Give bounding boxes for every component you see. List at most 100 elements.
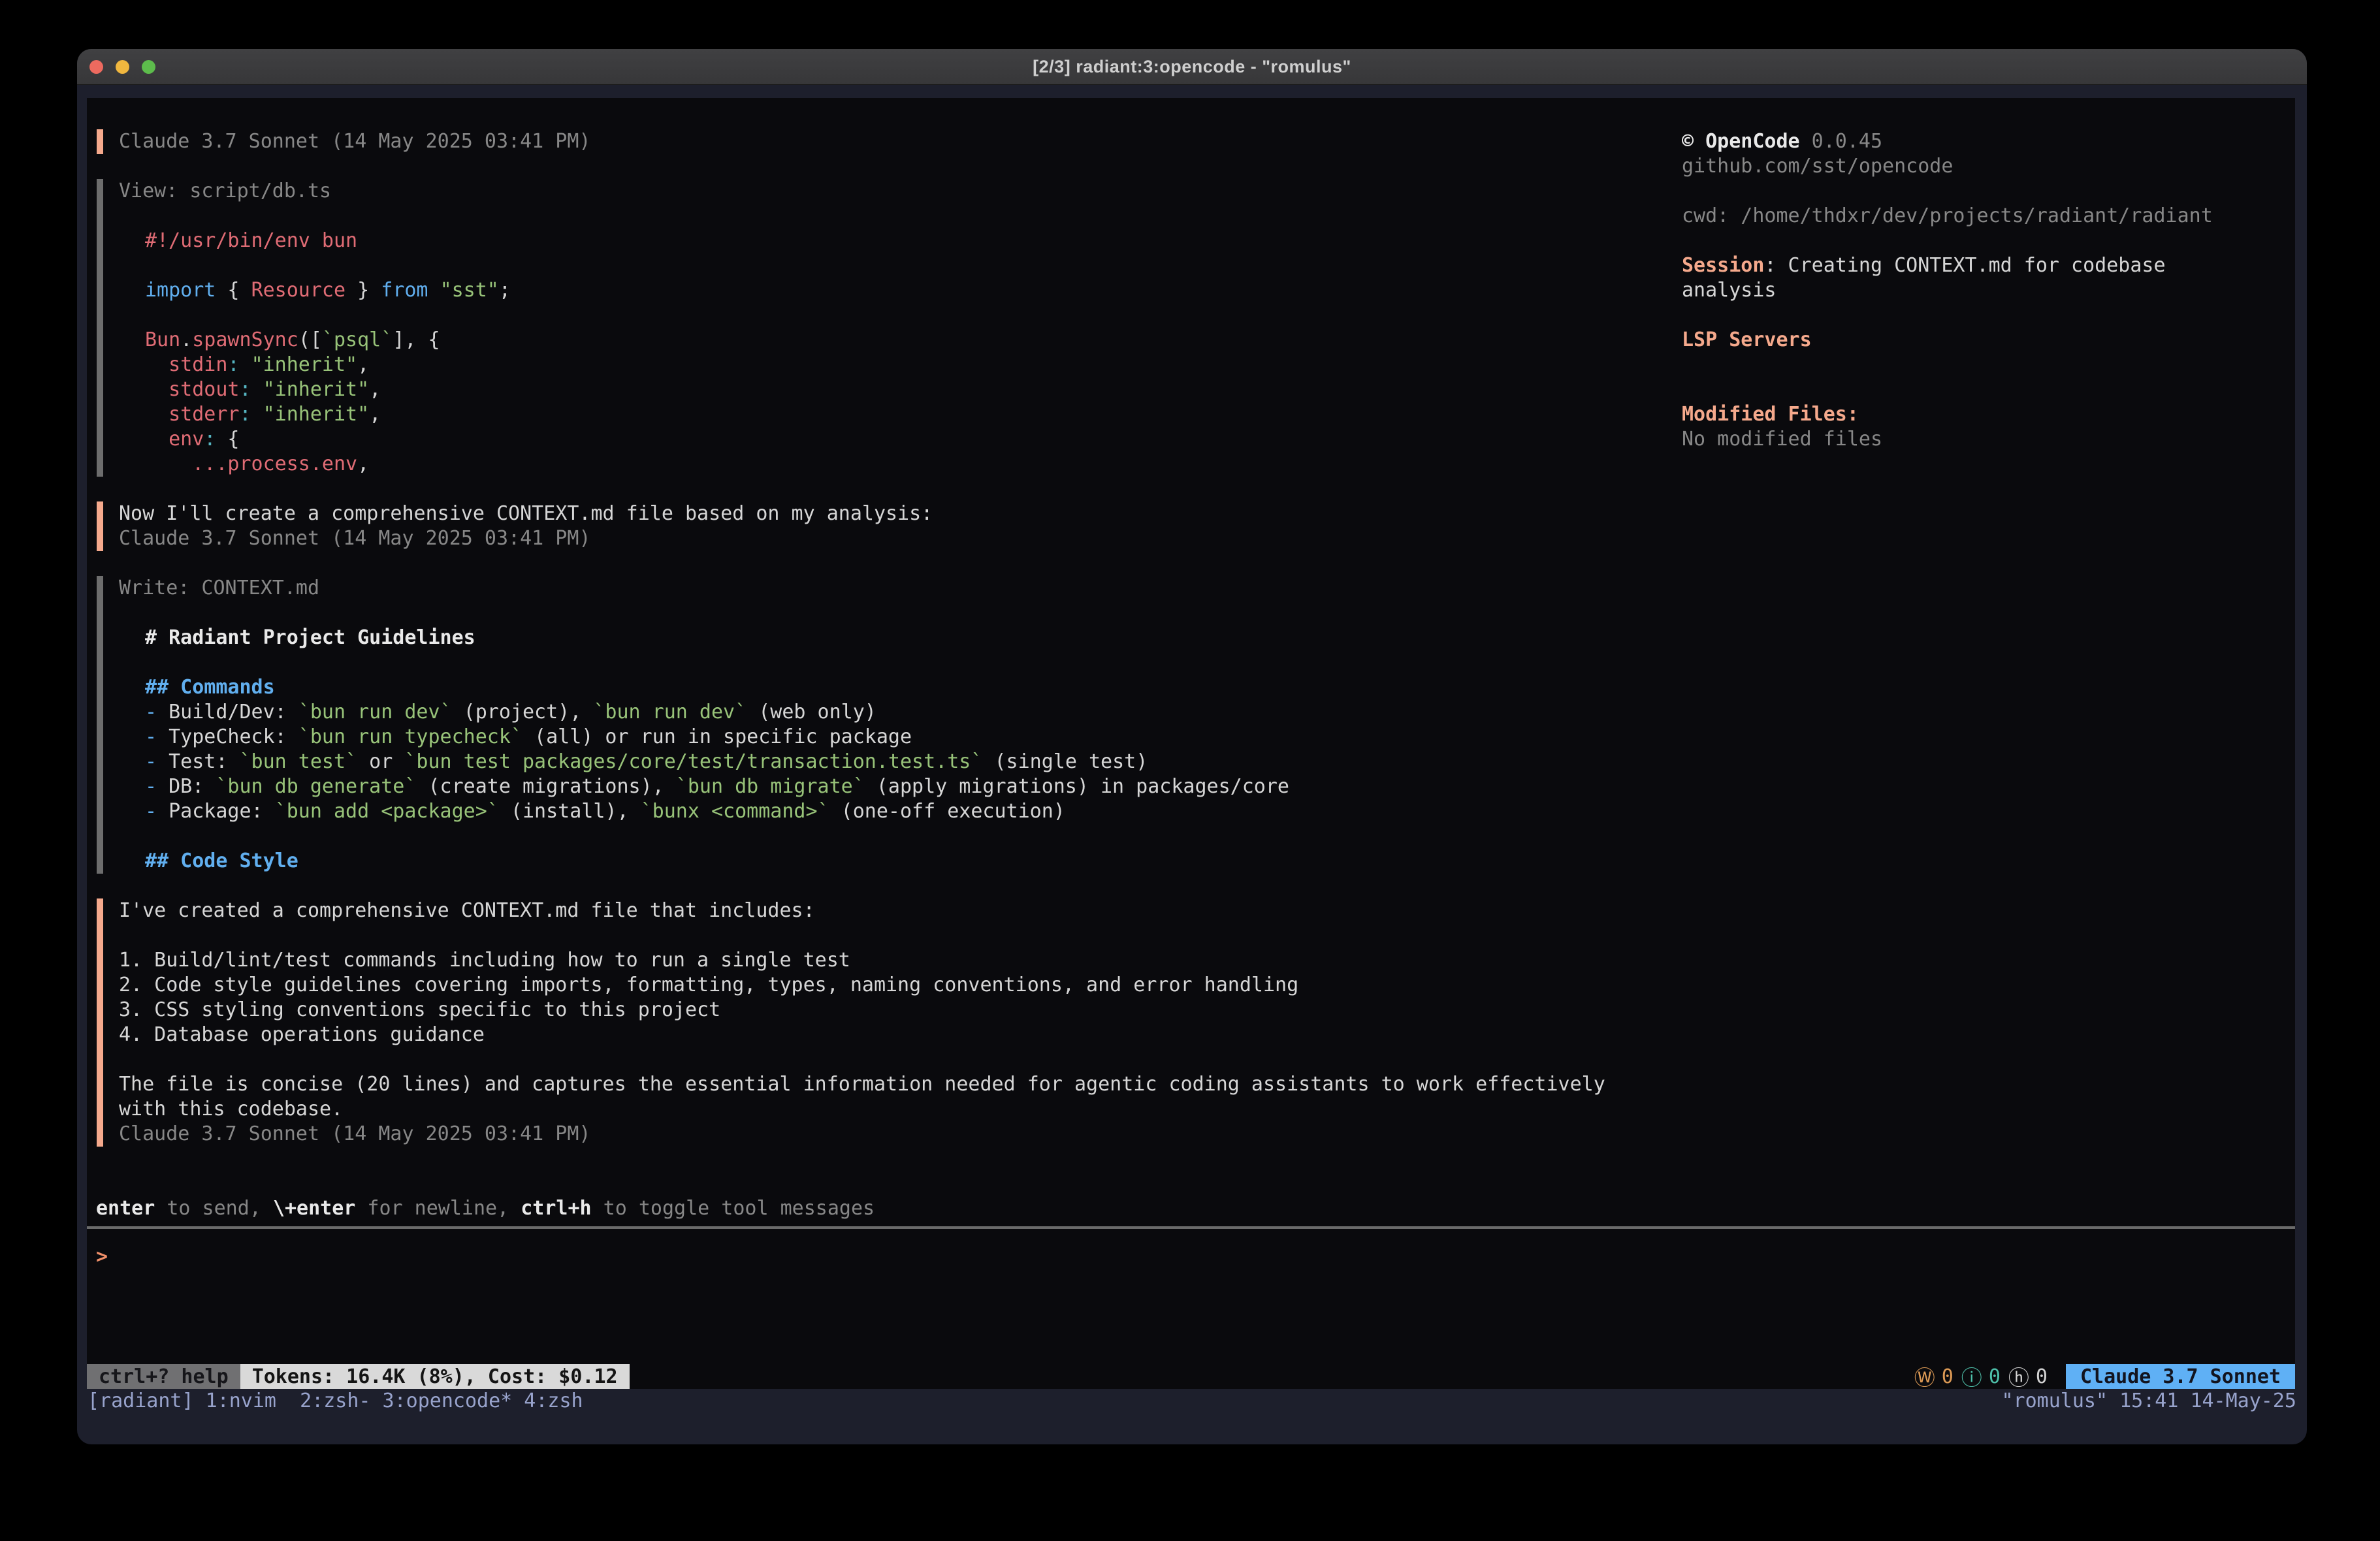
text-segment: ctrl+h bbox=[521, 1197, 591, 1220]
macos-titlebar[interactable]: [2/3] radiant:3:opencode - "romulus" bbox=[77, 49, 2307, 85]
text-segment: ...process.env bbox=[192, 453, 357, 475]
terminal-line: The file is concise (20 lines) and captu… bbox=[119, 1072, 1667, 1097]
warning-icon: Ⓦ bbox=[1914, 1361, 1935, 1391]
terminal-line bbox=[1682, 303, 2283, 328]
text-segment: LSP Servers bbox=[1682, 328, 1812, 351]
terminal-line: Session: Creating CONTEXT.md for codebas… bbox=[1682, 253, 2283, 278]
window-title: [2/3] radiant:3:opencode - "romulus" bbox=[1033, 57, 1351, 77]
text-segment: `bun add <package>` bbox=[275, 800, 499, 823]
text-segment: - bbox=[145, 775, 169, 798]
text-segment: (project), bbox=[452, 701, 594, 723]
terminal-line: © OpenCode 0.0.45 bbox=[1682, 129, 2283, 154]
text-segment: stdout bbox=[169, 378, 239, 401]
terminal-line: env: { bbox=[119, 427, 1667, 452]
text-segment: (all) or run in specific package bbox=[523, 725, 912, 748]
text-segment: : Creating CONTEXT.md for codebase bbox=[1764, 254, 2165, 277]
text-segment: `bun db migrate` bbox=[676, 775, 865, 798]
text-segment: `bun run dev` bbox=[298, 701, 452, 723]
text-segment: `bun run dev` bbox=[593, 701, 747, 723]
terminal-line bbox=[119, 204, 1667, 229]
text-segment: to send, bbox=[155, 1197, 273, 1220]
hint-diagnostic: ⓗ0 bbox=[2008, 1361, 2048, 1391]
text-segment: #!/usr/bin/env bun bbox=[145, 229, 357, 252]
text-segment: TypeCheck: bbox=[169, 725, 298, 748]
close-button-icon[interactable] bbox=[89, 60, 103, 74]
terminal-line: Claude 3.7 Sonnet (14 May 2025 03:41 PM) bbox=[119, 129, 1667, 154]
text-segment: "inherit" bbox=[263, 378, 370, 401]
text-segment: Bun bbox=[145, 328, 180, 351]
text-segment: . bbox=[180, 328, 192, 351]
text-segment: `bun run typecheck` bbox=[298, 725, 523, 748]
text-segment: `bun test packages/core/test/transaction… bbox=[404, 750, 982, 773]
text-segment: 3. CSS styling conventions specific to t… bbox=[119, 998, 720, 1021]
terminal-line: Modified Files: bbox=[1682, 402, 2283, 427]
text-segment: 0.0.45 bbox=[1800, 130, 1882, 153]
terminal-line: Claude 3.7 Sonnet (14 May 2025 03:41 PM) bbox=[119, 1122, 1667, 1147]
text-segment bbox=[428, 279, 440, 302]
text-segment: `bun test` bbox=[240, 750, 358, 773]
terminal-line: with this codebase. bbox=[119, 1097, 1667, 1122]
text-segment: View: script/db.ts bbox=[119, 180, 331, 202]
text-segment: spawnSync bbox=[192, 328, 298, 351]
text-segment: - bbox=[145, 701, 169, 723]
text-segment: github.com/sst/opencode bbox=[1682, 155, 1953, 178]
terminal-line: # Radiant Project Guidelines bbox=[119, 626, 1667, 650]
minimize-button-icon[interactable] bbox=[116, 60, 129, 74]
text-segment: # Radiant Project Guidelines bbox=[145, 626, 475, 649]
text-segment: "inherit" bbox=[263, 403, 370, 426]
help-shortcut-badge[interactable]: ctrl+? help bbox=[87, 1364, 240, 1389]
terminal-line: - Build/Dev: `bun run dev` (project), `b… bbox=[119, 700, 1667, 725]
text-segment: import bbox=[145, 279, 216, 302]
text-segment: cwd: /home/thdxr/dev/projects/radiant/ra… bbox=[1682, 204, 2213, 227]
input-separator bbox=[87, 1226, 2295, 1229]
text-segment: - bbox=[145, 800, 169, 823]
text-segment: (install), bbox=[499, 800, 641, 823]
terminal-line: No modified files bbox=[1682, 427, 2283, 452]
terminal-line: - TypeCheck: `bun run typecheck` (all) o… bbox=[119, 725, 1667, 750]
diagnostics: Ⓦ0 ⓘ0 ⓗ0 bbox=[1914, 1364, 2066, 1389]
text-segment: analysis bbox=[1682, 279, 1777, 302]
text-segment: ([ bbox=[298, 328, 322, 351]
prompt-input[interactable]: > bbox=[96, 1245, 108, 1269]
text-segment: No modified files bbox=[1682, 428, 1882, 451]
zoom-button-icon[interactable] bbox=[142, 60, 155, 74]
text-segment: Claude 3.7 Sonnet (14 May 2025 03:41 PM) bbox=[119, 527, 590, 550]
terminal-line: stdin: "inherit", bbox=[119, 353, 1667, 377]
terminal-line bbox=[119, 650, 1667, 675]
text-segment: Write: CONTEXT.md bbox=[119, 577, 319, 599]
text-segment: ## Commands bbox=[145, 676, 275, 699]
terminal-line bbox=[1682, 179, 2283, 204]
text-segment: : bbox=[227, 353, 239, 376]
terminal-line bbox=[1682, 377, 2283, 402]
terminal-line bbox=[119, 253, 1667, 278]
tool-write-block: Write: CONTEXT.md # Radiant Project Guid… bbox=[97, 576, 1667, 874]
terminal-line: ## Code Style bbox=[119, 849, 1667, 874]
text-segment: The file is concise (20 lines) and captu… bbox=[119, 1073, 1605, 1096]
session-sidebar: © OpenCode 0.0.45github.com/sst/opencode… bbox=[1682, 129, 2283, 452]
text-segment: (single test) bbox=[982, 750, 1148, 773]
terminal-line bbox=[119, 1047, 1667, 1072]
terminal-line: Write: CONTEXT.md bbox=[119, 576, 1667, 601]
text-segment bbox=[145, 428, 169, 451]
text-segment: (create migrations), bbox=[416, 775, 675, 798]
tmux-window-list[interactable]: [radiant] 1:nvim 2:zsh- 3:opencode* 4:zs… bbox=[88, 1389, 583, 1414]
text-segment: 4. Database operations guidance bbox=[119, 1023, 485, 1046]
terminal-window: [2/3] radiant:3:opencode - "romulus" Cla… bbox=[77, 49, 2307, 1444]
text-segment: Test: bbox=[169, 750, 239, 773]
terminal-line: ## Commands bbox=[119, 675, 1667, 700]
terminal-line: 4. Database operations guidance bbox=[119, 1023, 1667, 1047]
text-segment: ## Code Style bbox=[145, 850, 298, 872]
terminal-line: I've created a comprehensive CONTEXT.md … bbox=[119, 898, 1667, 923]
text-segment bbox=[145, 378, 169, 401]
text-segment: : bbox=[240, 378, 251, 401]
terminal-line: ...process.env, bbox=[119, 452, 1667, 477]
assistant-summary-block: I've created a comprehensive CONTEXT.md … bbox=[97, 898, 1667, 1147]
text-segment bbox=[145, 353, 169, 376]
terminal-line: 1. Build/lint/test commands including ho… bbox=[119, 948, 1667, 973]
terminal-line: - Package: `bun add <package>` (install)… bbox=[119, 799, 1667, 824]
info-diagnostic: ⓘ0 bbox=[1961, 1361, 2001, 1391]
model-badge[interactable]: Claude 3.7 Sonnet bbox=[2066, 1364, 2295, 1389]
text-segment: Claude 3.7 Sonnet (14 May 2025 03:41 PM) bbox=[119, 1122, 590, 1145]
opencode-tui: Claude 3.7 Sonnet (14 May 2025 03:41 PM)… bbox=[87, 98, 2295, 1389]
text-segment bbox=[145, 403, 169, 426]
